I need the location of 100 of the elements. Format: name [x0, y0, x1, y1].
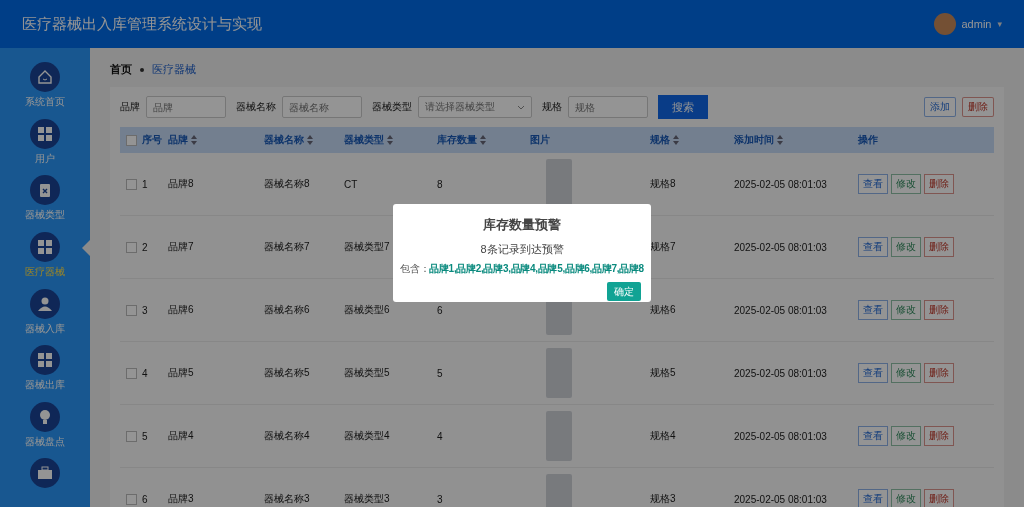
column-header[interactable]: 品牌 [168, 133, 188, 147]
checkbox[interactable] [126, 178, 137, 190]
sidebar-item[interactable]: 器械盘点 [0, 401, 90, 451]
photo-placeholder [546, 411, 572, 461]
table-cell-text: 器械名称8 [264, 177, 311, 191]
delete-button[interactable]: 删除 [962, 97, 994, 117]
table-cell-text: 2025-02-05 08:01:03 [734, 367, 828, 379]
table-cell-text: 5 [142, 430, 149, 442]
table-cell-text: 1 [142, 178, 149, 190]
input-field[interactable]: 器械名称 [282, 96, 362, 118]
contains-label: 包含： [400, 262, 430, 276]
table-cell-text: 品牌4 [168, 429, 195, 443]
column-header[interactable]: 器械名称 [264, 133, 304, 147]
table-cell-text: 2025-02-05 08:01:03 [734, 430, 828, 442]
chevron-down-icon [517, 104, 525, 110]
table-cell-text: 2025-02-05 08:01:03 [734, 493, 828, 505]
table-cell-text: 品牌3 [168, 492, 195, 506]
caret-icon[interactable]: ▾ [997, 19, 1002, 29]
search-button[interactable]: 搜索 [658, 95, 708, 119]
avatar[interactable] [933, 13, 956, 35]
lightbulb-icon [37, 408, 53, 425]
table-cell-text: 规格7 [650, 240, 677, 254]
sidebar-item[interactable]: 器械类型 [0, 175, 90, 224]
table-cell-text: 器械名称6 [264, 303, 311, 317]
table-cell-text: 2025-02-05 08:01:03 [734, 304, 828, 316]
edit-button[interactable]: 修改 [891, 300, 921, 320]
table-cell-text: 器械名称4 [264, 429, 311, 443]
column-header[interactable]: 添加时间 [734, 133, 774, 147]
delete-button[interactable]: 删除 [924, 426, 954, 446]
edit-button[interactable]: 修改 [891, 237, 921, 257]
column-header[interactable]: 库存数量 [437, 133, 477, 147]
checkbox[interactable] [126, 367, 137, 379]
delete-button[interactable]: 删除 [924, 363, 954, 383]
select-field[interactable]: 请选择器械类型 [418, 96, 532, 118]
breadcrumb-link[interactable]: 首页 [110, 62, 132, 77]
table-cell-text: 6 [142, 493, 149, 505]
table-cell-text: 规格8 [650, 177, 677, 191]
table-cell-text: 器械名称3 [264, 492, 311, 506]
table-cell-text: 器械名称5 [264, 366, 311, 380]
table-cell-text: 2025-02-05 08:01:03 [734, 178, 828, 190]
table-cell-text: 4 [437, 430, 444, 442]
edit-button[interactable]: 修改 [891, 174, 921, 194]
edit-button[interactable]: 修改 [891, 489, 921, 507]
checkbox[interactable] [126, 241, 137, 253]
input-field[interactable]: 规格 [568, 96, 648, 118]
sidebar-item[interactable]: 器械入库 [0, 288, 90, 338]
sort-icon[interactable] [191, 135, 197, 145]
filter-label: 品牌 [120, 100, 140, 114]
sidebar-item[interactable]: 用户 [0, 118, 90, 168]
dialog-message: 8条记录到达预警 [480, 242, 564, 257]
sidebar-item[interactable]: 器械出库 [0, 345, 90, 394]
add-button[interactable]: 添加 [924, 97, 956, 117]
sidebar-item[interactable]: 系统首页 [0, 62, 90, 111]
column-header[interactable]: 图片 [530, 133, 550, 147]
edit-button[interactable]: 修改 [891, 426, 921, 446]
sort-icon[interactable] [673, 135, 679, 145]
table-cell-text: 3 [142, 304, 149, 316]
checkbox[interactable] [126, 430, 137, 442]
column-header[interactable]: 规格 [650, 133, 670, 147]
sort-icon[interactable] [307, 135, 313, 145]
checkbox[interactable] [126, 304, 137, 316]
filter-label: 规格 [542, 100, 562, 114]
sort-icon[interactable] [480, 135, 486, 145]
delete-button[interactable]: 删除 [924, 489, 954, 507]
view-button[interactable]: 查看 [858, 489, 888, 507]
grid-icon [37, 352, 53, 369]
home-icon [37, 69, 53, 85]
table-cell-text: 器械名称7 [264, 240, 311, 254]
view-button[interactable]: 查看 [858, 237, 888, 257]
table-cell-text: 器械类型5 [344, 366, 391, 380]
edit-button[interactable]: 修改 [891, 363, 921, 383]
breadcrumb-link[interactable]: 医疗器械 [152, 62, 196, 77]
table-cell-text: 6 [437, 304, 444, 316]
filter-label: 器械类型 [372, 100, 412, 114]
table-cell-text: 5 [437, 367, 444, 379]
table-cell-text: 器械类型6 [344, 303, 391, 317]
view-button[interactable]: 查看 [858, 174, 888, 194]
delete-button[interactable]: 删除 [924, 300, 954, 320]
column-header[interactable]: 器械类型 [344, 133, 384, 147]
checkbox[interactable] [126, 493, 137, 505]
delete-button[interactable]: 删除 [924, 237, 954, 257]
checkbox[interactable] [126, 134, 137, 146]
table-cell-text: 品牌5 [168, 366, 195, 380]
view-button[interactable]: 查看 [858, 300, 888, 320]
view-button[interactable]: 查看 [858, 363, 888, 383]
grid-icon [37, 125, 53, 142]
view-button[interactable]: 查看 [858, 426, 888, 446]
input-field[interactable]: 品牌 [146, 96, 226, 118]
sort-icon[interactable] [777, 135, 783, 145]
user-name[interactable]: admin [961, 18, 992, 30]
sort-icon[interactable] [387, 135, 393, 145]
delete-button[interactable]: 删除 [924, 174, 954, 194]
user-icon [37, 295, 53, 312]
table-cell-text: 8 [437, 178, 444, 190]
confirm-button[interactable]: 确定 [607, 282, 641, 301]
dialog-title: 库存数量预警 [483, 216, 561, 234]
table-cell-text: 品牌6 [168, 303, 195, 317]
column-header[interactable]: 操作 [858, 133, 878, 147]
column-header[interactable]: 序号 [142, 133, 162, 147]
table-cell-text: 品牌8 [168, 177, 195, 191]
